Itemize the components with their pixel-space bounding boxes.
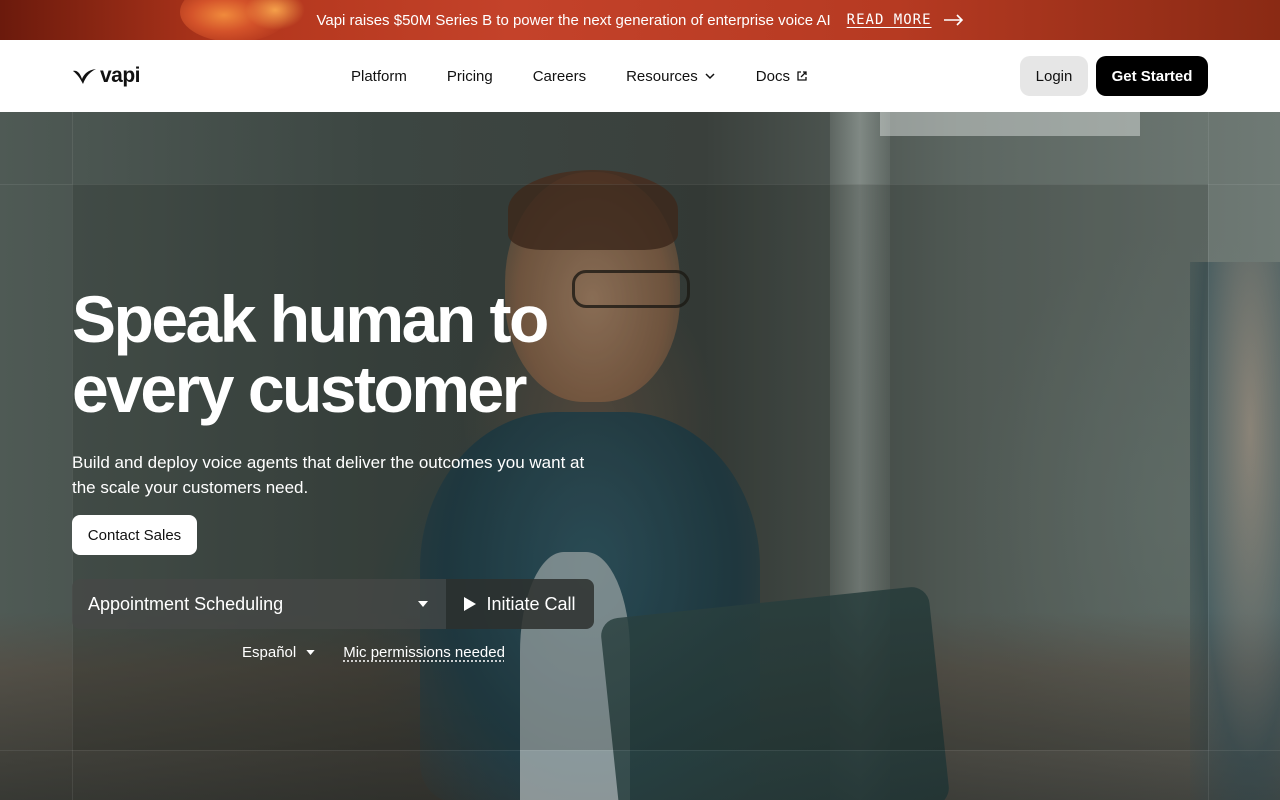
arrow-right-icon xyxy=(943,14,963,26)
nav-label: Resources xyxy=(626,67,698,85)
vapi-logo-text: vapi xyxy=(100,64,141,87)
grid-line xyxy=(0,750,1280,751)
nav-item-pricing[interactable]: Pricing xyxy=(427,68,513,85)
language-select-value: Español xyxy=(242,644,297,661)
scenario-select-value: Appointment Scheduling xyxy=(88,593,284,614)
play-icon xyxy=(464,597,477,611)
nav-item-resources[interactable]: Resources xyxy=(606,68,736,85)
grid-line xyxy=(0,184,1280,185)
initiate-call-label: Initiate Call xyxy=(486,593,576,614)
nav-item-careers[interactable]: Careers xyxy=(513,68,606,85)
login-button[interactable]: Login xyxy=(1020,56,1088,96)
hero-headline: Speak human to every customer xyxy=(72,282,549,426)
read-more-label: READ MORE xyxy=(846,12,932,28)
hero-subheadline: Build and deploy voice agents that deliv… xyxy=(72,453,585,497)
chevron-down-icon xyxy=(705,73,715,80)
vapi-logo[interactable]: vapi xyxy=(72,64,141,88)
demo-call-bar: Appointment Scheduling Initiate Call xyxy=(72,579,594,629)
background-ceiling-light xyxy=(880,112,1140,136)
caret-down-icon xyxy=(306,650,315,655)
call-meta: Español Mic permissions needed xyxy=(242,644,505,661)
vapi-logo-mark-icon xyxy=(73,69,96,84)
site-header: vapi Platform Pricing Careers Resources … xyxy=(0,40,1280,112)
nav-label: Platform xyxy=(351,67,407,85)
external-link-icon xyxy=(797,71,807,81)
grid-line xyxy=(1208,112,1209,800)
contact-sales-button[interactable]: Contact Sales xyxy=(72,515,197,555)
nav-item-platform[interactable]: Platform xyxy=(331,68,427,85)
hero-section: Speak human to every customer Build and … xyxy=(0,112,1280,800)
language-select[interactable]: Español xyxy=(242,644,315,661)
initiate-call-button[interactable]: Initiate Call xyxy=(446,579,594,629)
read-more-link[interactable]: READ MORE xyxy=(847,12,964,28)
announcement-bar: Vapi raises $50M Series B to power the n… xyxy=(0,0,1280,40)
nav-label: Careers xyxy=(532,67,587,85)
nav-label: Docs xyxy=(755,67,790,85)
scenario-select[interactable]: Appointment Scheduling xyxy=(72,579,446,629)
nav-item-docs[interactable]: Docs xyxy=(736,68,828,85)
get-started-button[interactable]: Get Started xyxy=(1096,56,1208,96)
mic-permissions-link[interactable]: Mic permissions needed xyxy=(343,644,505,661)
main-nav: Platform Pricing Careers Resources Docs xyxy=(331,40,828,112)
nav-label: Pricing xyxy=(446,67,493,85)
announcement-text: Vapi raises $50M Series B to power the n… xyxy=(316,11,831,29)
caret-down-icon xyxy=(418,601,428,607)
